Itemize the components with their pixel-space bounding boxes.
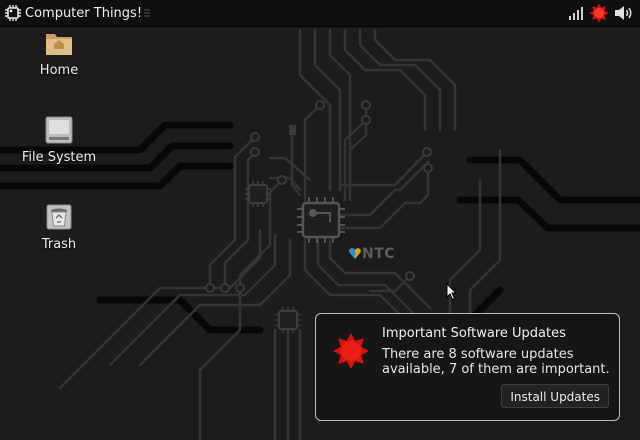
- update-notification[interactable]: Important Software Updates There are 8 s…: [315, 313, 620, 421]
- home-folder-icon: [44, 28, 74, 58]
- trash-icon: [44, 202, 74, 232]
- update-alert-icon: [332, 332, 370, 370]
- panel-separator-handle: [144, 9, 150, 17]
- wallpaper-logo-text: NTC: [362, 246, 396, 262]
- chip-icon: [4, 4, 22, 22]
- install-updates-button[interactable]: Install Updates: [501, 384, 609, 408]
- desktop-icon-trash[interactable]: Trash: [14, 202, 104, 252]
- desktop-icon-label: Trash: [41, 237, 77, 252]
- desktop-icon-file-system[interactable]: File System: [14, 115, 104, 165]
- desktop-icon-home[interactable]: Home: [14, 28, 104, 78]
- volume-icon[interactable]: [614, 5, 634, 21]
- system-tray: [568, 3, 634, 23]
- update-alert-icon[interactable]: [589, 3, 609, 23]
- signal-icon[interactable]: [568, 5, 584, 21]
- desktop-icon-label: Home: [39, 63, 79, 78]
- notification-title: Important Software Updates: [382, 326, 566, 341]
- top-panel: Computer Things!: [0, 0, 640, 27]
- drive-icon: [44, 115, 74, 145]
- menu-title: Computer Things!: [25, 5, 143, 21]
- mouse-cursor-icon: [446, 283, 458, 301]
- desktop-icon-label: File System: [21, 150, 97, 165]
- notification-body: There are 8 software updates available, …: [382, 347, 610, 377]
- main-menu-button[interactable]: Computer Things!: [4, 4, 142, 22]
